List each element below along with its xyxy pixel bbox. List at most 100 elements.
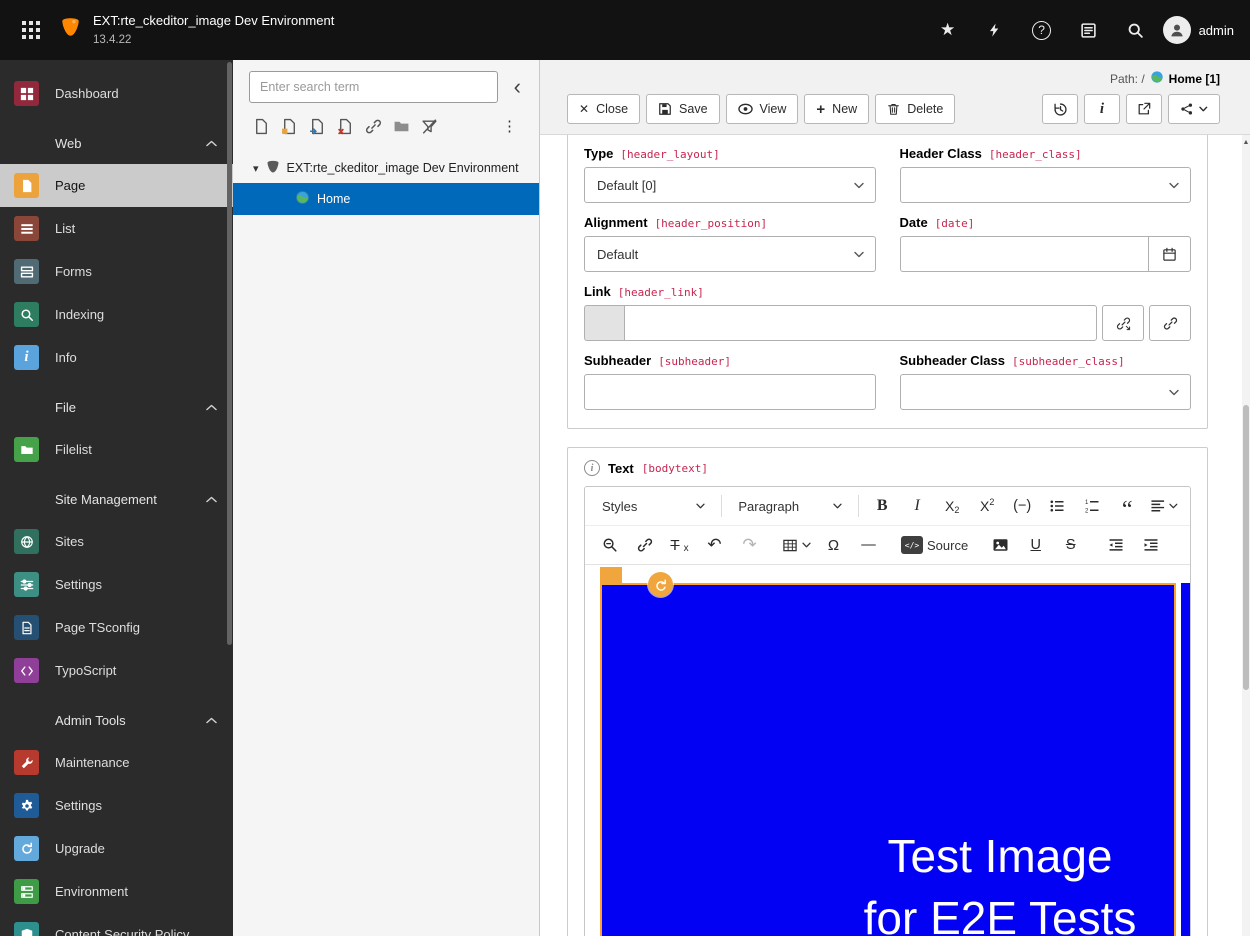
share-button[interactable]: [1168, 94, 1220, 124]
outdent-button[interactable]: [1099, 529, 1132, 561]
sidebar-item-indexing[interactable]: Indexing: [0, 293, 233, 336]
delete-button[interactable]: Delete: [875, 94, 955, 124]
type-select[interactable]: Default [0]: [584, 167, 876, 203]
user-menu[interactable]: admin: [1163, 16, 1234, 44]
text-alignment-dropdown[interactable]: [1146, 490, 1182, 522]
new-page-icon[interactable]: [253, 118, 270, 135]
page-tree-panel: ‹ ⋮ ▾ EXT:rte_ckeditor_image Dev Environ…: [233, 60, 540, 936]
new-shortcut-page-icon[interactable]: [309, 118, 326, 135]
view-button[interactable]: View: [726, 94, 799, 124]
remove-format-button[interactable]: Tx: [663, 529, 696, 561]
indent-button[interactable]: [1134, 529, 1167, 561]
new-button[interactable]: + New: [804, 94, 869, 124]
special-characters-button[interactable]: Ω: [817, 529, 850, 561]
sidebar-item-info[interactable]: i Info: [0, 336, 233, 379]
selected-image-widget[interactable]: Test Image for E2E Tests: [600, 583, 1176, 936]
search-icon[interactable]: [1116, 12, 1156, 48]
alignment-select[interactable]: Default: [584, 236, 876, 272]
tree-search-input[interactable]: [249, 71, 498, 103]
find-replace-button[interactable]: [593, 529, 626, 561]
link-picker-button[interactable]: [1149, 305, 1191, 341]
new-recycler-page-icon[interactable]: [337, 118, 354, 135]
sidebar-item-admin-settings[interactable]: Settings: [0, 784, 233, 827]
subscript-button[interactable]: X2: [936, 490, 969, 522]
bold-button[interactable]: B: [866, 490, 899, 522]
sidebar-section-file[interactable]: File: [0, 386, 233, 428]
link-input[interactable]: [624, 305, 1097, 341]
bookmark-star-icon[interactable]: ★: [928, 12, 968, 48]
strikethrough-button[interactable]: S: [1054, 529, 1087, 561]
styles-dropdown[interactable]: Styles: [593, 490, 714, 522]
tree-expand-icon[interactable]: ▾: [253, 162, 259, 175]
widget-drag-handle-icon[interactable]: [648, 572, 673, 597]
sidebar-item-content-security-policy[interactable]: Content Security Policy: [0, 913, 233, 936]
field-description-icon[interactable]: i: [584, 460, 600, 476]
system-information-icon[interactable]: [1069, 12, 1109, 48]
insert-image-button[interactable]: [984, 529, 1017, 561]
chevron-down-icon: [1199, 106, 1208, 112]
scrollbar-thumb[interactable]: [1243, 405, 1249, 690]
open-in-new-window-button[interactable]: [1126, 94, 1162, 124]
typo3-root-icon: [266, 160, 280, 177]
numbered-list-button[interactable]: 12: [1076, 490, 1109, 522]
svg-text:2: 2: [1085, 509, 1089, 514]
outdent-icon: [1108, 537, 1124, 553]
filter-off-icon[interactable]: [421, 118, 438, 135]
help-icon[interactable]: ?: [1022, 12, 1062, 48]
block-quote-button[interactable]: “: [1111, 490, 1144, 522]
subheader-class-select[interactable]: [900, 374, 1192, 410]
sidebar-section-web[interactable]: Web: [0, 122, 233, 164]
bulleted-list-button[interactable]: [1041, 490, 1074, 522]
dashboard-icon: [14, 81, 39, 106]
sidebar-item-typoscript[interactable]: TypoScript: [0, 649, 233, 692]
insert-table-dropdown[interactable]: [778, 529, 815, 561]
italic-button[interactable]: I: [901, 490, 934, 522]
scroll-up-icon[interactable]: ▲: [1242, 139, 1250, 146]
soft-hyphen-button[interactable]: (−): [1006, 490, 1039, 522]
widget-resize-handle[interactable]: [600, 567, 622, 585]
collapse-tree-icon[interactable]: ‹: [508, 76, 527, 98]
sidebar-item-upgrade[interactable]: Upgrade: [0, 827, 233, 870]
save-button[interactable]: Save: [646, 94, 720, 124]
superscript-button[interactable]: X2: [971, 490, 1004, 522]
redo-button[interactable]: ↷: [733, 529, 766, 561]
sidebar-item-maintenance[interactable]: Maintenance: [0, 741, 233, 784]
sidebar-item-sites[interactable]: Sites: [0, 520, 233, 563]
sidebar-item-page-tsconfig[interactable]: Page TSconfig: [0, 606, 233, 649]
tree-node-home-selected[interactable]: Home: [233, 183, 539, 215]
clear-cache-bolt-icon[interactable]: [975, 12, 1015, 48]
folder-icon[interactable]: [393, 118, 410, 135]
content-scrollbar[interactable]: ▲: [1242, 135, 1250, 936]
undo-button[interactable]: ↶: [698, 529, 731, 561]
sidebar-item-site-settings[interactable]: Settings: [0, 563, 233, 606]
sidebar-item-dashboard[interactable]: Dashboard: [0, 72, 233, 115]
subheader-input[interactable]: [584, 374, 876, 410]
sidebar-item-list[interactable]: List: [0, 207, 233, 250]
horizontal-line-button[interactable]: —: [852, 529, 885, 561]
underline-button[interactable]: U: [1019, 529, 1052, 561]
sidebar-scrollbar[interactable]: [227, 62, 232, 645]
date-input[interactable]: [900, 236, 1149, 272]
close-button[interactable]: ✕ Close: [567, 94, 640, 124]
typo3-logo-icon[interactable]: [60, 17, 81, 43]
sidebar-item-environment[interactable]: Environment: [0, 870, 233, 913]
new-page-alt-icon[interactable]: [281, 118, 298, 135]
insert-link-button[interactable]: [628, 529, 661, 561]
info-button[interactable]: i: [1084, 94, 1120, 124]
link-browser-button[interactable]: [1102, 305, 1144, 341]
tree-more-options-icon[interactable]: ⋮: [496, 117, 523, 135]
sidebar-section-admin-tools[interactable]: Admin Tools: [0, 699, 233, 741]
source-button[interactable]: </> Source: [897, 529, 972, 561]
sidebar-item-forms[interactable]: Forms: [0, 250, 233, 293]
paragraph-format-dropdown[interactable]: Paragraph: [729, 490, 850, 522]
tree-root-node[interactable]: ▾ EXT:rte_ckeditor_image Dev Environment: [233, 153, 539, 183]
rte-editable-area[interactable]: Test Image for E2E Tests: [585, 565, 1190, 936]
module-menu-toggle-icon[interactable]: [14, 13, 48, 47]
sidebar-item-filelist[interactable]: Filelist: [0, 428, 233, 471]
history-button[interactable]: [1042, 94, 1078, 124]
calendar-button[interactable]: [1148, 236, 1191, 272]
header-class-select[interactable]: [900, 167, 1192, 203]
sidebar-item-page[interactable]: Page: [0, 164, 233, 207]
sidebar-section-site-management[interactable]: Site Management: [0, 478, 233, 520]
link-page-icon[interactable]: [365, 118, 382, 135]
